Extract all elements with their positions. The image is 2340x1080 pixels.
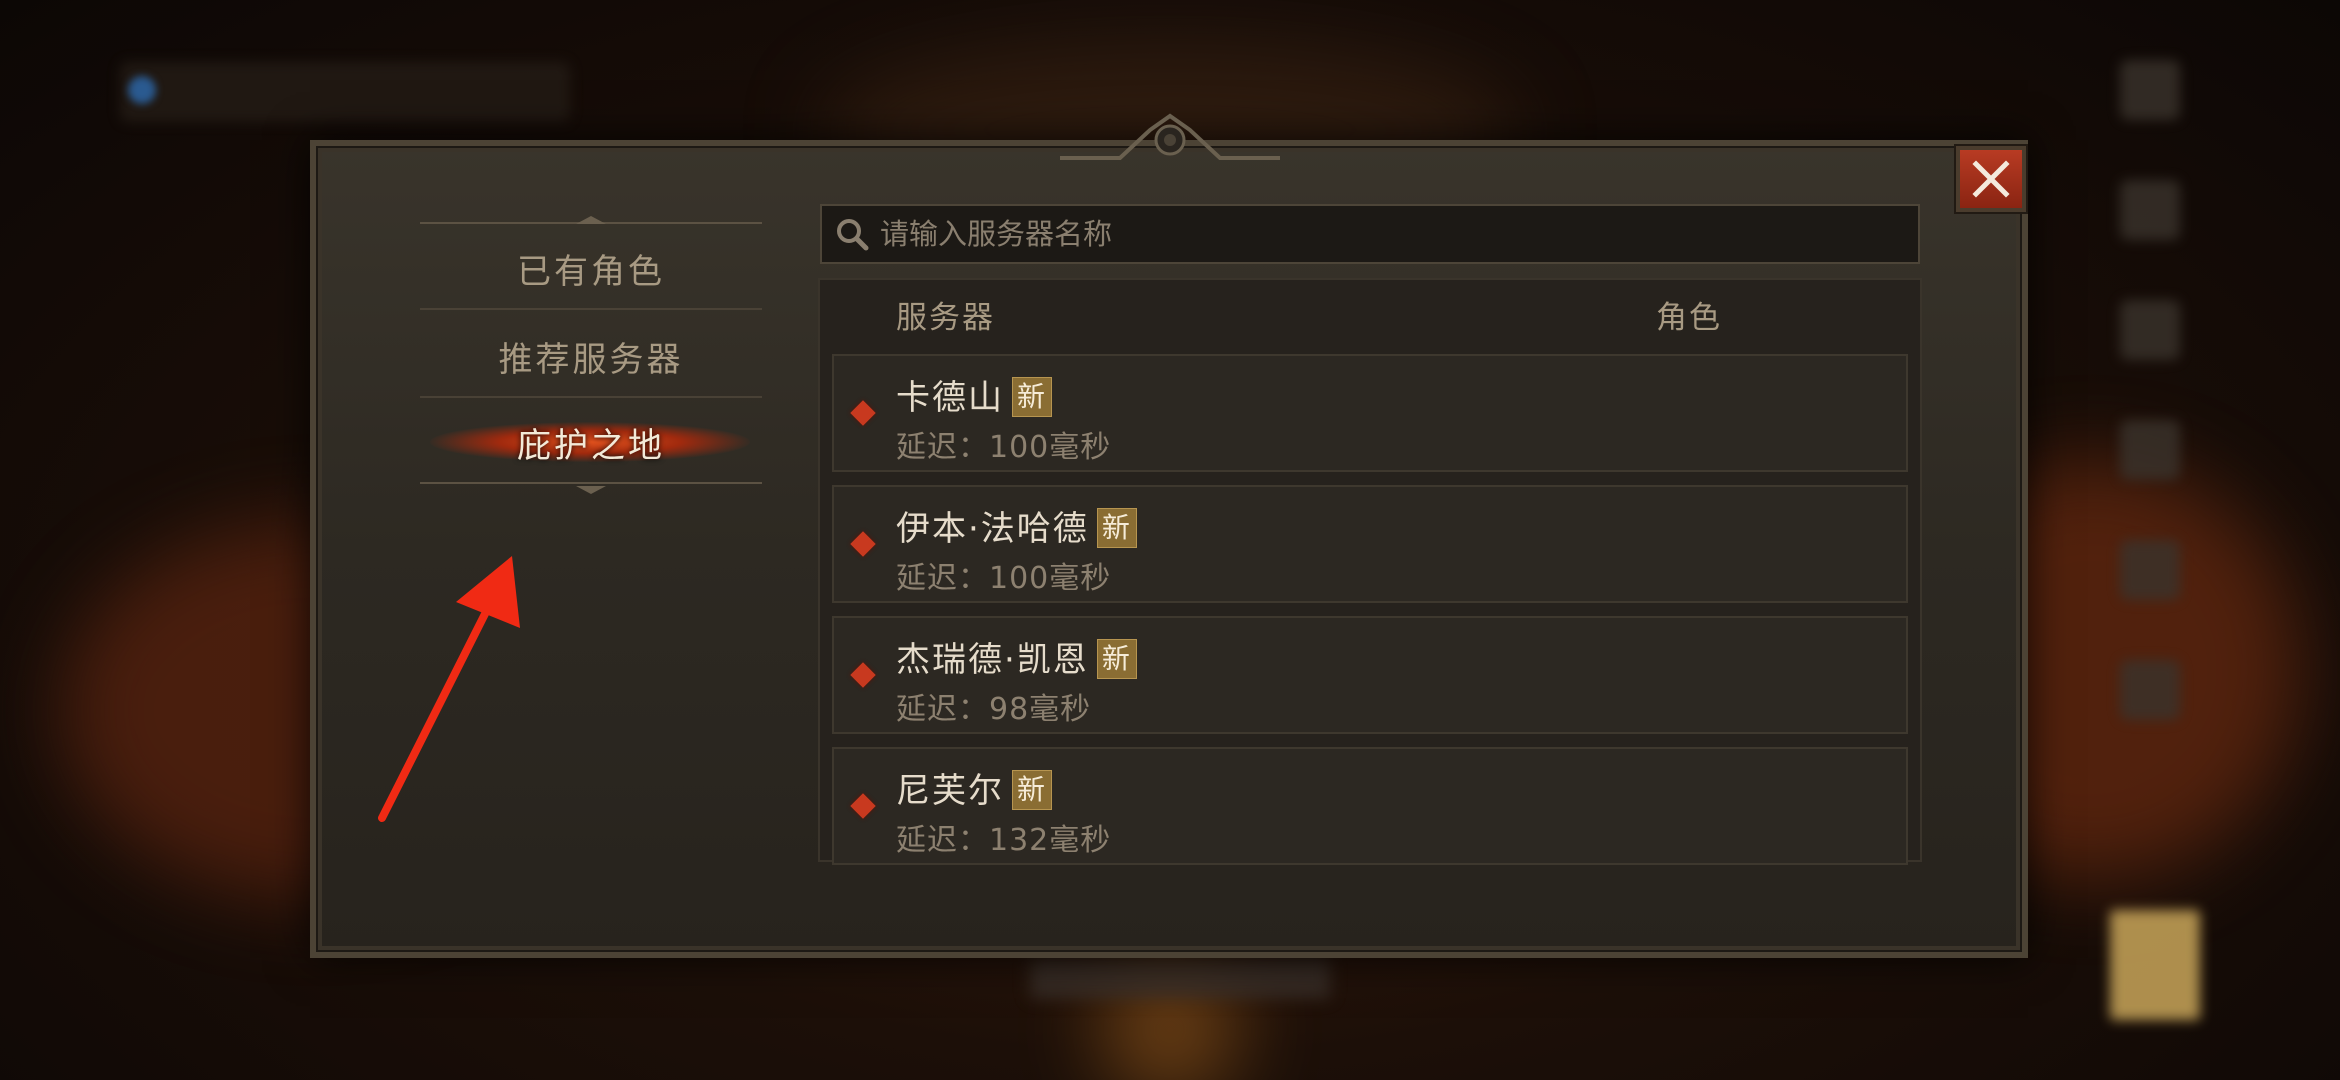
status-diamond-icon — [850, 662, 876, 688]
server-name-line: 尼芙尔新 — [896, 763, 1053, 812]
nav-top-ornament — [576, 216, 606, 224]
server-latency: 延迟：98毫秒 — [896, 692, 1092, 727]
nav-item-sanctuary[interactable]: 庇护之地 — [420, 418, 762, 467]
nav-divider — [420, 396, 762, 398]
server-row[interactable]: 卡德山新 延迟：100毫秒 — [832, 354, 1908, 472]
search-icon — [837, 219, 869, 251]
server-row[interactable]: 杰瑞德·凯恩新 延迟：98毫秒 — [832, 616, 1908, 734]
new-badge: 新 — [1096, 639, 1137, 679]
blurred-side-menu — [2120, 60, 2190, 780]
blurred-side-card — [2110, 910, 2200, 1020]
server-latency: 延迟：100毫秒 — [896, 561, 1112, 596]
new-badge: 新 — [1012, 377, 1053, 417]
server-latency: 延迟：100毫秒 — [896, 430, 1112, 465]
nav-item-existing-characters[interactable]: 已有角色 — [420, 244, 762, 293]
server-row[interactable]: 伊本·法哈德新 延迟：100毫秒 — [832, 485, 1908, 603]
server-name-line: 卡德山新 — [896, 370, 1053, 419]
close-icon — [1972, 160, 2010, 198]
new-badge: 新 — [1096, 508, 1137, 548]
nav-item-recommended-servers[interactable]: 推荐服务器 — [420, 332, 762, 381]
status-diamond-icon — [850, 531, 876, 557]
server-list-header: 服务器 角色 — [818, 280, 1922, 342]
status-diamond-icon — [850, 400, 876, 426]
server-name: 伊本·法哈德 — [896, 509, 1089, 549]
status-diamond-icon — [850, 793, 876, 819]
blurred-bottom-text — [1030, 958, 1330, 998]
red-arrow-annotation — [378, 556, 520, 822]
column-header-server: 服务器 — [896, 300, 995, 336]
server-name: 杰瑞德·凯恩 — [896, 640, 1089, 680]
crest-ornament — [1060, 113, 1280, 160]
new-badge: 新 — [1012, 770, 1053, 810]
server-row[interactable]: 尼芙尔新 延迟：132毫秒 — [832, 747, 1908, 865]
server-name: 尼芙尔 — [896, 771, 1004, 811]
search-input[interactable] — [878, 216, 1918, 252]
close-button[interactable] — [1954, 144, 2028, 214]
server-name-line: 伊本·法哈德新 — [896, 501, 1137, 550]
nav-divider — [420, 308, 762, 310]
blurred-top-bar — [120, 62, 570, 122]
blurred-status-dot — [128, 76, 156, 104]
column-header-character: 角色 — [1656, 300, 1722, 336]
nav-bottom-ornament — [576, 486, 606, 494]
server-name-line: 杰瑞德·凯恩新 — [896, 632, 1137, 681]
server-search-box[interactable] — [820, 204, 1920, 264]
server-latency: 延迟：132毫秒 — [896, 823, 1112, 858]
server-name: 卡德山 — [896, 378, 1004, 418]
